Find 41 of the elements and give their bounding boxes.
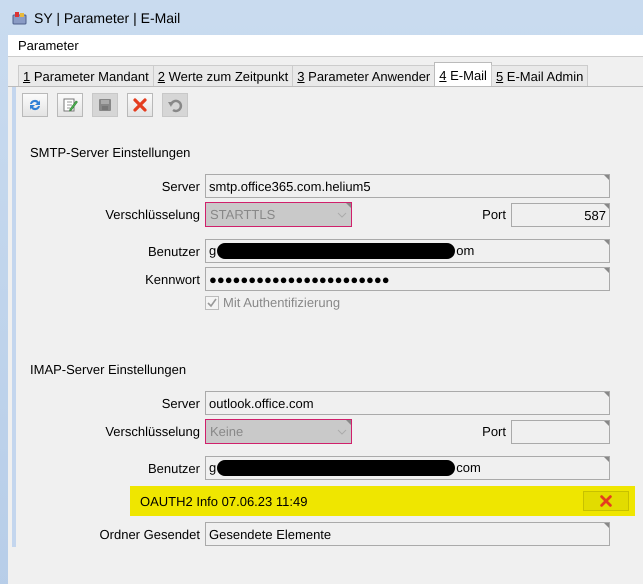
undo-icon xyxy=(167,97,183,113)
field-label: Port xyxy=(482,207,506,222)
input-field[interactable]: ●●●●●●●●●●●●●●●●●●●●●●● xyxy=(205,267,610,291)
tab[interactable]: 2 Werte zum Zeitpunkt xyxy=(152,65,294,86)
close-icon xyxy=(132,97,148,113)
field-label: Server xyxy=(160,396,200,410)
tab[interactable]: 4 E-Mail xyxy=(434,62,492,86)
field-label: Ordner Gesendet xyxy=(98,526,200,542)
window-title: SY | Parameter | E-Mail xyxy=(34,10,180,26)
close-icon xyxy=(599,494,613,508)
chevron-down-icon xyxy=(337,428,347,434)
save-icon xyxy=(97,97,113,113)
field-label: Verschlüsselung xyxy=(104,424,200,439)
section-header: Parameter xyxy=(8,35,643,57)
field-label: Kennwort xyxy=(144,272,200,286)
field-label: Server xyxy=(160,178,200,194)
input-field[interactable]: g om xyxy=(205,239,610,263)
tab[interactable]: 1 Parameter Mandant xyxy=(18,65,154,86)
edit-icon xyxy=(62,97,78,113)
chevron-down-icon xyxy=(337,212,347,218)
section-heading: IMAP-Server Einstellungen xyxy=(29,362,188,377)
field-label: Verschlüsselung xyxy=(104,207,200,222)
delete-button[interactable] xyxy=(127,93,153,117)
edit-button[interactable] xyxy=(57,93,83,117)
field-label: Port xyxy=(482,424,506,439)
app-icon xyxy=(12,10,28,26)
checkbox-icon xyxy=(205,296,219,310)
input-field[interactable]: g com xyxy=(205,456,610,480)
oauth-info-text: OAUTH2 Info 07.06.23 11:49 xyxy=(140,494,308,508)
field-label: Benutzer xyxy=(146,244,200,258)
field-label: Benutzer xyxy=(146,460,200,476)
tab[interactable]: 5 E-Mail Admin xyxy=(490,65,588,86)
input-field[interactable]: outlook.office.com xyxy=(205,391,610,415)
delete-button[interactable] xyxy=(583,491,629,511)
refresh-icon xyxy=(27,97,43,113)
tab[interactable]: 3 Parameter Anwender xyxy=(292,65,436,86)
input-field[interactable]: Gesendete Elemente xyxy=(205,522,610,546)
section-heading: SMTP-Server Einstellungen xyxy=(29,145,192,160)
input-field[interactable]: smtp.office365.com.helium5 xyxy=(205,174,610,198)
port-field[interactable] xyxy=(511,420,610,444)
refresh-button[interactable] xyxy=(22,93,48,117)
